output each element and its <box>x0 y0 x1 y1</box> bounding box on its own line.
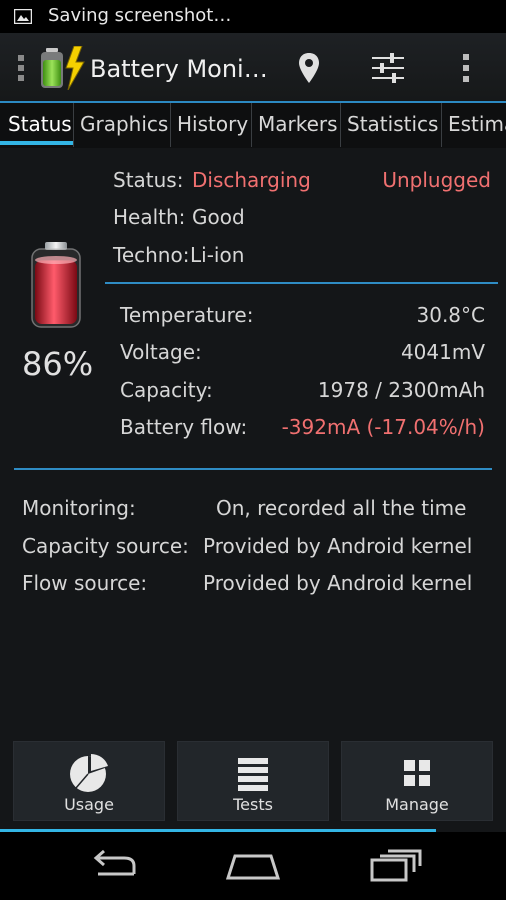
navigation-bar <box>0 832 506 900</box>
tab-estimates[interactable]: Estima <box>441 103 506 147</box>
location-pin-icon <box>299 53 319 83</box>
battery-percent: 86% <box>22 345 94 383</box>
tab-history[interactable]: History <box>170 103 250 147</box>
plug-state: Unplugged <box>382 168 491 192</box>
recents-icon[interactable] <box>366 846 426 886</box>
location-button[interactable] <box>289 48 329 88</box>
techno-label: Techno: <box>113 243 190 267</box>
tab-statistics[interactable]: Statistics <box>340 103 440 147</box>
usage-label: Usage <box>64 795 114 814</box>
battery-flow-value: -392mA (-17.04%/h) <box>281 415 485 439</box>
pie-chart-icon <box>70 754 108 792</box>
health-value: Good <box>192 205 245 229</box>
image-icon <box>14 9 32 24</box>
bottom-button-bar: Usage Tests Manage <box>0 741 506 832</box>
sliders-icon <box>372 53 404 83</box>
status-panel: Status: Discharging Unplugged Health: Go… <box>0 148 506 832</box>
capacity-value: 1978 / 2300mAh <box>317 378 485 402</box>
techno-value: Li-ion <box>190 243 245 267</box>
action-bar: Battery Moni… <box>0 33 506 101</box>
app-title: Battery Moni… <box>90 55 268 83</box>
tests-button[interactable]: Tests <box>177 741 329 821</box>
notification-text: Saving screenshot… <box>48 5 232 26</box>
temperature-label: Temperature: <box>120 303 254 327</box>
back-icon[interactable] <box>84 846 144 886</box>
more-button[interactable] <box>446 48 486 88</box>
status-label: Status: <box>113 168 184 192</box>
manage-label: Manage <box>385 795 449 814</box>
flow-source-value: Provided by Android kernel <box>203 571 473 595</box>
home-icon[interactable] <box>223 846 283 886</box>
capacity-source-label: Capacity source: <box>22 534 189 558</box>
more-vert-icon <box>463 54 469 82</box>
manage-button[interactable]: Manage <box>341 741 493 821</box>
monitoring-label: Monitoring: <box>22 496 136 520</box>
capacity-source-value: Provided by Android kernel <box>203 534 473 558</box>
status-bar: Saving screenshot… <box>0 0 506 33</box>
settings-button[interactable] <box>368 48 408 88</box>
monitoring-value: On, recorded all the time <box>216 496 467 520</box>
divider-bottom <box>14 468 492 470</box>
battery-level-icon <box>31 242 81 328</box>
voltage-value: 4041mV <box>400 340 485 364</box>
health-label: Health: <box>113 205 186 229</box>
tab-bar: Status Graphics History Markers Statisti… <box>0 101 506 150</box>
active-tab-indicator <box>0 141 73 145</box>
flow-source-label: Flow source: <box>22 571 148 595</box>
capacity-label: Capacity: <box>120 378 213 402</box>
list-icon <box>238 758 268 791</box>
usage-button[interactable]: Usage <box>13 741 165 821</box>
tab-graphics[interactable]: Graphics <box>73 103 169 147</box>
voltage-label: Voltage: <box>120 340 202 364</box>
status-value: Discharging <box>192 168 311 192</box>
battery-app-icon[interactable] <box>38 46 88 90</box>
overflow-icon[interactable] <box>18 55 24 81</box>
divider-top <box>105 282 498 284</box>
tests-label: Tests <box>233 795 273 814</box>
temperature-value: 30.8°C <box>416 303 486 327</box>
tab-markers[interactable]: Markers <box>251 103 339 147</box>
battery-flow-label: Battery flow: <box>120 415 248 439</box>
grid-icon <box>404 760 430 786</box>
